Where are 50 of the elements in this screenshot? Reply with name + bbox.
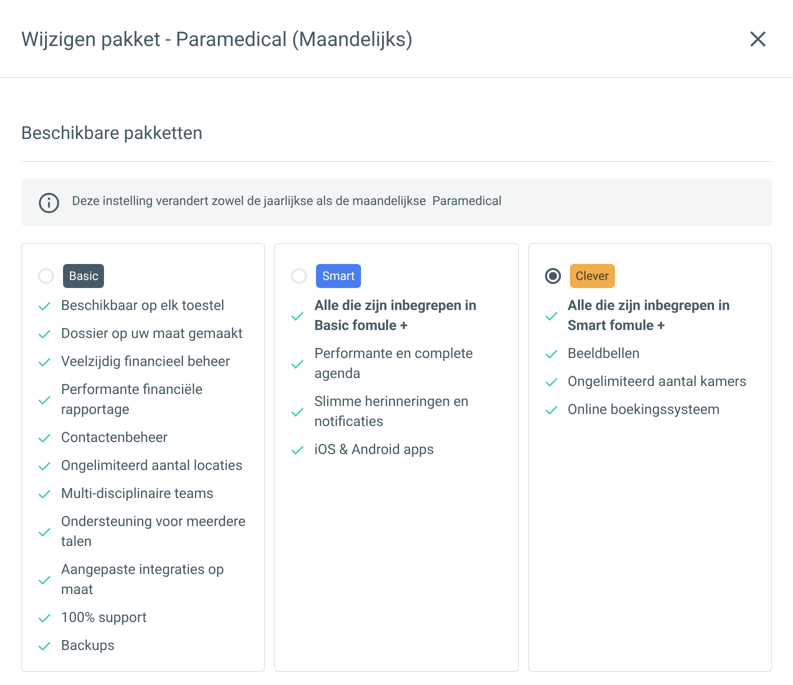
- check-icon: [38, 433, 51, 443]
- info-text: Deze instelling verandert zowel de jaarlijkse als de maandelijkse Paramedical: [72, 193, 502, 212]
- check-icon: [38, 527, 51, 537]
- feature-text: Performante en complete agenda: [314, 345, 474, 384]
- package-badge: Basic: [63, 264, 104, 288]
- feature-text: Beschikbaar op elk toestel: [61, 297, 224, 316]
- section-title: Beschikbare pakketten: [21, 120, 772, 162]
- feature-text: Aangepaste integraties op maat: [61, 561, 225, 600]
- check-icon: [38, 613, 51, 623]
- check-icon: [38, 357, 51, 367]
- check-icon: [38, 489, 51, 499]
- feature-text: Multi-disciplinaire teams: [61, 485, 214, 504]
- package-badge: Smart: [316, 264, 361, 288]
- feature-text: Alle die zijn inbegrepen in Smart fomule +: [568, 297, 731, 336]
- check-icon: [38, 395, 51, 405]
- check-icon: [38, 301, 51, 311]
- check-icon: [38, 461, 51, 471]
- info-icon: [38, 192, 60, 214]
- feature-text: Performante financiële rapportage: [61, 381, 204, 420]
- package-badge: Clever: [570, 264, 615, 288]
- dialog-title: Wijzigen pakket - Paramedical (Maandelijks): [21, 26, 413, 52]
- package-card[interactable]: Smart Alle die zijn inbegrepen in Basic fomule + Performante en complete agenda Slimme herinneringen en notificaties iOS & Android apps: [274, 243, 519, 672]
- check-icon: [291, 311, 304, 321]
- check-icon: [38, 641, 51, 651]
- feature-text: Alle die zijn inbegrepen in Basic fomule +: [314, 297, 478, 336]
- check-icon: [544, 311, 558, 321]
- feature-text: Beeldbellen: [568, 345, 640, 364]
- feature-text: Veelzijdig financieel beheer: [61, 353, 230, 372]
- feature-text: iOS & Android apps: [314, 441, 434, 460]
- package-card[interactable]: [21, 243, 266, 672]
- feature-text: Ongelimiteerd aantal locaties: [61, 457, 243, 476]
- check-icon: [291, 407, 304, 417]
- feature-text: Online boekingssysteem: [568, 401, 720, 420]
- feature-text: Slimme herinneringen en notificaties: [314, 393, 470, 432]
- feature-text: Dossier op uw maat gemaakt: [61, 325, 243, 344]
- check-icon: [38, 329, 51, 339]
- check-icon: [291, 445, 304, 455]
- feature-text: Backups: [61, 637, 115, 656]
- package-card[interactable]: Clever Alle die zijn inbegrepen in Smart fomule + Beeldbellen Ongelimiteerd aantal kamers Online boekingssysteem: [528, 243, 772, 672]
- check-icon: [38, 575, 51, 585]
- close-icon[interactable]: [749, 30, 767, 48]
- feature-text: 100% support: [61, 609, 147, 628]
- check-icon: [544, 349, 558, 359]
- feature-text: Ongelimiteerd aantal kamers: [568, 373, 747, 392]
- check-icon: [544, 377, 558, 387]
- radio-button[interactable]: [544, 268, 561, 284]
- check-icon: [291, 359, 304, 369]
- check-icon: [544, 405, 558, 415]
- feature-text: Ondersteuning voor meerdere talen: [61, 513, 247, 552]
- feature-text: Contactenbeheer: [61, 429, 168, 448]
